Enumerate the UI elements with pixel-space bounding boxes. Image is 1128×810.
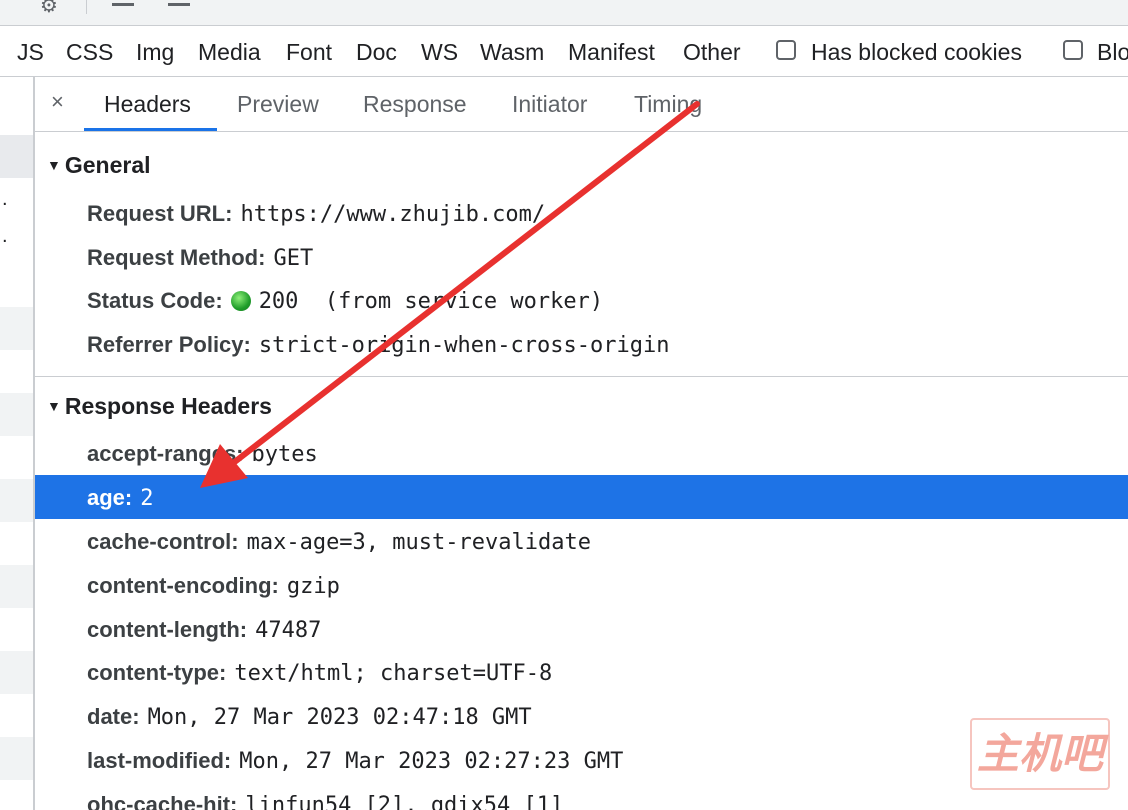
response-header-row[interactable]: content-encoding: gzip [35, 563, 1128, 607]
request-row[interactable] [0, 307, 33, 350]
request-row[interactable]: . [0, 221, 33, 264]
blocked-requests-label: Blo [1097, 39, 1128, 65]
toolbar-divider [86, 0, 87, 14]
general-row-request-method[interactable]: Request Method: GET [35, 235, 1128, 279]
tab-headers[interactable]: Headers [104, 91, 191, 118]
active-tab-indicator [84, 128, 217, 131]
filter-other[interactable]: Other [683, 39, 741, 66]
filter-doc[interactable]: Doc [356, 39, 397, 66]
filter-img[interactable]: Img [136, 39, 174, 66]
response-header-row[interactable]: cache-control: max-age=3, must-revalidate [35, 519, 1128, 563]
general-row-referrer-policy[interactable]: Referrer Policy: strict-origin-when-cross… [35, 322, 1128, 366]
request-row[interactable] [0, 479, 33, 522]
tab-response[interactable]: Response [363, 91, 467, 118]
filter-ws[interactable]: WS [421, 39, 458, 66]
response-header-row[interactable]: ohc-cache-hit: linfun54 [2], qdix54 [1] [35, 782, 1128, 810]
tab-preview[interactable]: Preview [237, 91, 319, 118]
tab-initiator[interactable]: Initiator [512, 91, 587, 118]
response-header-row[interactable]: accept-ranges: bytes [35, 431, 1128, 475]
response-header-row[interactable]: date: Mon, 27 Mar 2023 02:47:18 GMT [35, 694, 1128, 738]
general-section-header[interactable]: ▼ General [47, 152, 151, 179]
response-header-row[interactable]: last-modified: Mon, 27 Mar 2023 02:27:23 … [35, 738, 1128, 782]
filter-font[interactable]: Font [286, 39, 332, 66]
has-blocked-cookies-label: Has blocked cookies [811, 39, 1022, 65]
filter-css[interactable]: CSS [66, 39, 113, 66]
general-row-request-url[interactable]: Request URL: https://www.zhujib.com/ [35, 191, 1128, 235]
request-row[interactable] [0, 135, 33, 178]
blocked-requests-checkbox[interactable] [1063, 40, 1083, 60]
response-header-row-selected[interactable]: age: 2 [35, 475, 1128, 519]
settings-gear-icon[interactable]: ⚙ [40, 0, 58, 16]
general-row-status-code[interactable]: Status Code: 200 (from service worker) [35, 278, 1128, 322]
filter-wasm[interactable]: Wasm [480, 39, 544, 66]
devtools-toolbar: ⚙ [0, 0, 1128, 26]
request-row[interactable] [0, 651, 33, 694]
response-header-row[interactable]: content-length: 47487 [35, 607, 1128, 651]
filter-manifest[interactable]: Manifest [568, 39, 655, 66]
tab-timing[interactable]: Timing [634, 91, 702, 118]
close-icon[interactable]: × [51, 89, 64, 115]
request-row[interactable]: . [0, 178, 33, 221]
request-row[interactable] [0, 393, 33, 436]
request-row[interactable] [0, 565, 33, 608]
resource-type-filter-bar: JS CSS Img Media Font Doc WS Wasm Manife… [0, 26, 1128, 77]
details-tab-bar: × Headers Preview Response Initiator Tim… [35, 77, 1128, 132]
collapse-triangle-icon: ▼ [47, 398, 61, 414]
request-row[interactable] [0, 737, 33, 780]
has-blocked-cookies-checkbox[interactable] [776, 40, 796, 60]
request-list: . . [0, 77, 35, 810]
site-watermark-logo: 主机吧 [970, 718, 1110, 790]
collapse-triangle-icon: ▼ [47, 157, 61, 173]
filter-js[interactable]: JS [17, 39, 44, 66]
section-divider [35, 376, 1128, 377]
response-headers-section-header[interactable]: ▼ Response Headers [47, 393, 272, 420]
request-details-panel: × Headers Preview Response Initiator Tim… [35, 77, 1128, 810]
filter-media[interactable]: Media [198, 39, 261, 66]
download-icon[interactable] [168, 3, 190, 6]
response-header-row[interactable]: content-type: text/html; charset=UTF-8 [35, 650, 1128, 694]
status-ok-icon [230, 291, 251, 311]
upload-icon[interactable] [112, 3, 134, 6]
